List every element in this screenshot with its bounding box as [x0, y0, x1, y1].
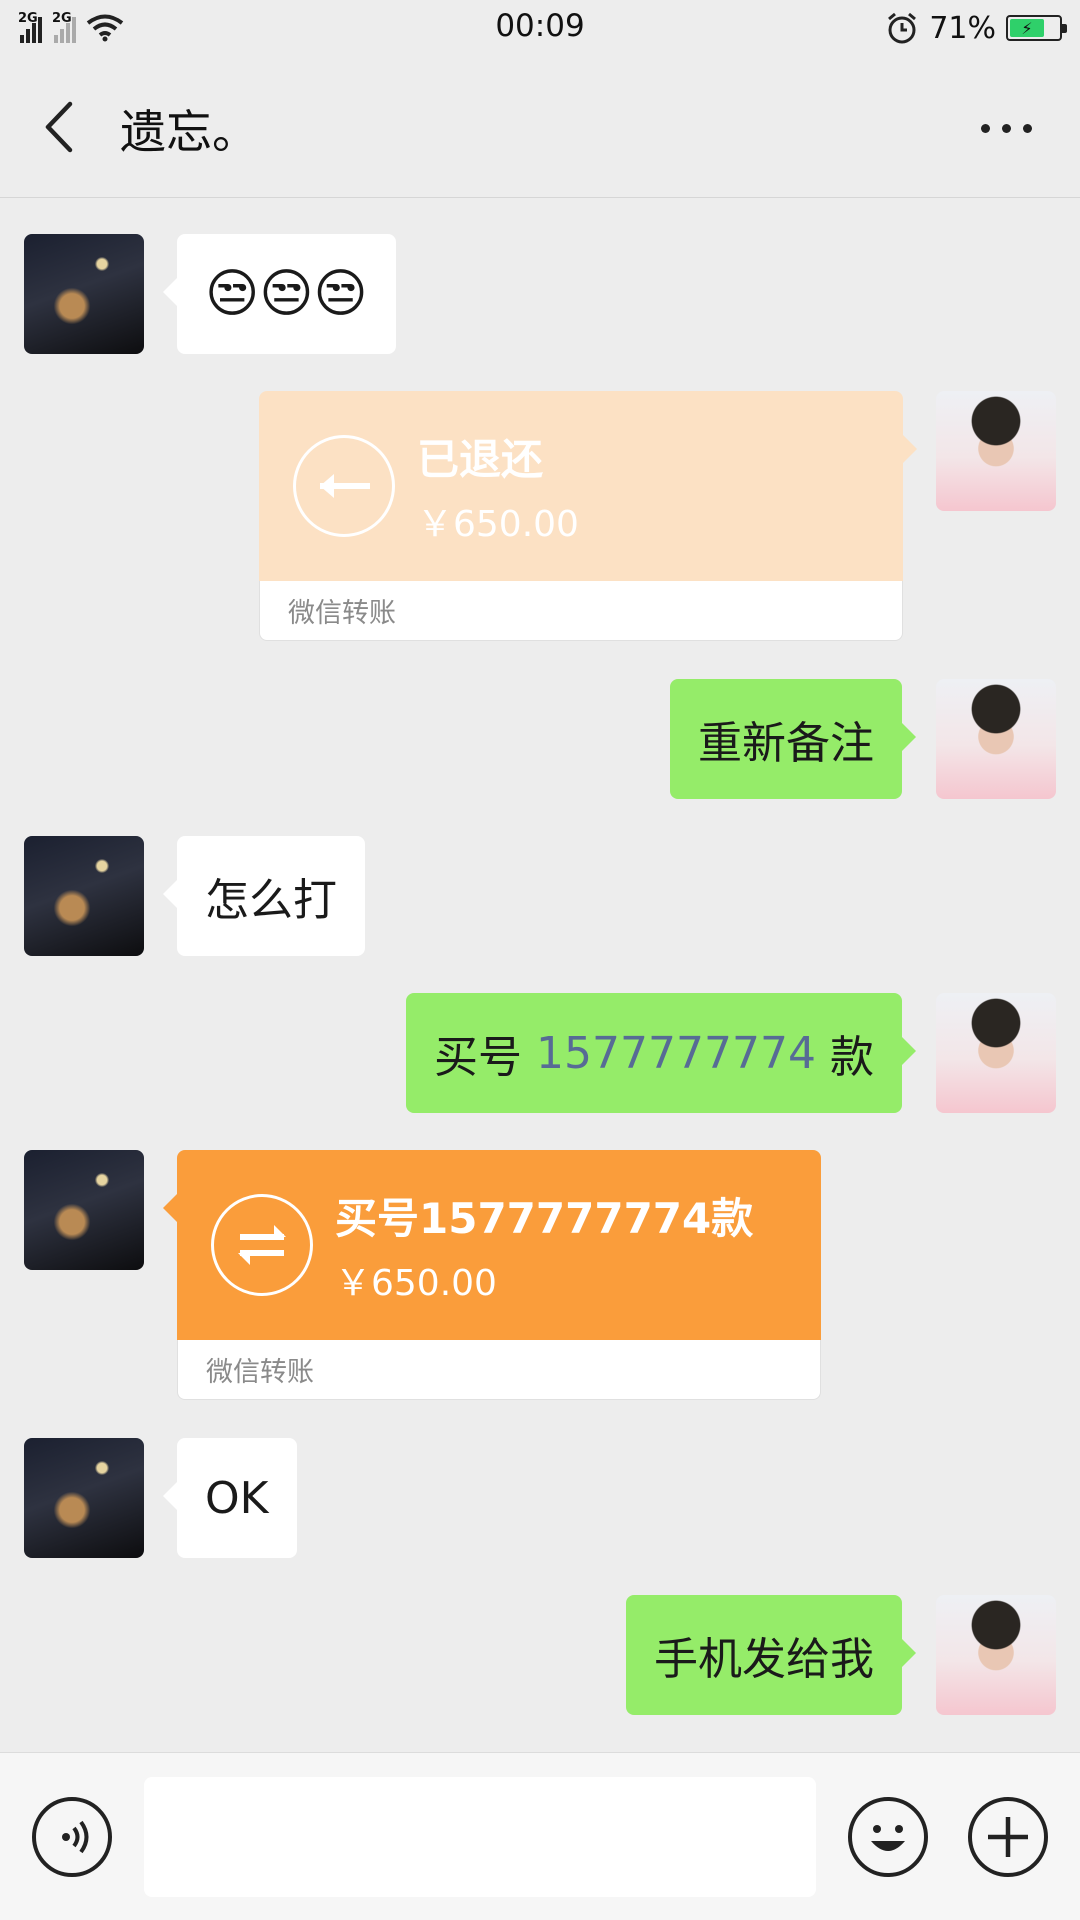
more-options-icon[interactable]	[981, 124, 1032, 133]
message-text: 买号	[434, 1032, 537, 1083]
avatar[interactable]	[936, 993, 1056, 1113]
avatar[interactable]	[24, 836, 144, 956]
chat-header: 遗忘。	[0, 56, 1080, 198]
plus-icon[interactable]	[968, 1797, 1048, 1877]
transfer-card-returned[interactable]: 已退还 ￥650.00 微信转账	[259, 391, 917, 641]
transfer-card-pending[interactable]: 买号1577777774款 ￥650.00 微信转账	[163, 1150, 821, 1400]
message-bubble[interactable]: 😒😒😒	[163, 234, 396, 354]
battery-fill: ⚡	[1010, 19, 1045, 38]
transfer-card-body: 已退还 ￥650.00	[259, 391, 903, 581]
battery-icon: ⚡	[1006, 15, 1067, 41]
transfer-exchange-icon	[211, 1194, 313, 1296]
return-arrow-icon	[293, 435, 395, 537]
message-input[interactable]	[144, 1777, 816, 1897]
transfer-amount: ￥650.00	[335, 1262, 497, 1304]
phone-number-link[interactable]: 1577777774	[536, 1028, 816, 1079]
message-bubble[interactable]: 重新备注	[670, 679, 916, 799]
transfer-status: 已退还	[417, 434, 544, 484]
avatar[interactable]	[936, 679, 1056, 799]
message-bubble[interactable]: 怎么打	[163, 836, 365, 956]
clock: 00:09	[495, 8, 585, 44]
transfer-footer: 微信转账	[259, 581, 903, 641]
input-bar	[0, 1752, 1080, 1920]
avatar[interactable]	[24, 234, 144, 354]
emoji-icon[interactable]	[848, 1797, 928, 1877]
transfer-footer: 微信转账	[177, 1340, 821, 1400]
message-text: 款	[816, 1032, 874, 1083]
message-bubble[interactable]: 买号 1577777774 款	[406, 993, 916, 1113]
back-arrow-icon[interactable]	[40, 100, 80, 154]
chat-title: 遗忘。	[120, 105, 258, 159]
avatar[interactable]	[936, 391, 1056, 511]
voice-icon[interactable]	[32, 1797, 112, 1877]
avatar[interactable]	[24, 1438, 144, 1558]
message-bubble[interactable]: OK	[163, 1438, 297, 1558]
avatar[interactable]	[936, 1595, 1056, 1715]
transfer-amount: ￥650.00	[417, 503, 579, 545]
chat-area[interactable]: 😒😒😒 已退还 ￥650.00 微信转账 重新备注 怎么打 买号 1577777…	[0, 199, 1080, 1752]
transfer-note: 买号1577777774款	[335, 1193, 754, 1243]
transfer-card-body: 买号1577777774款 ￥650.00	[177, 1150, 821, 1340]
avatar[interactable]	[24, 1150, 144, 1270]
status-bar: 2G 2G 00:09 71% ⚡	[0, 0, 1080, 56]
message-bubble[interactable]: 手机发给我	[626, 1595, 916, 1715]
